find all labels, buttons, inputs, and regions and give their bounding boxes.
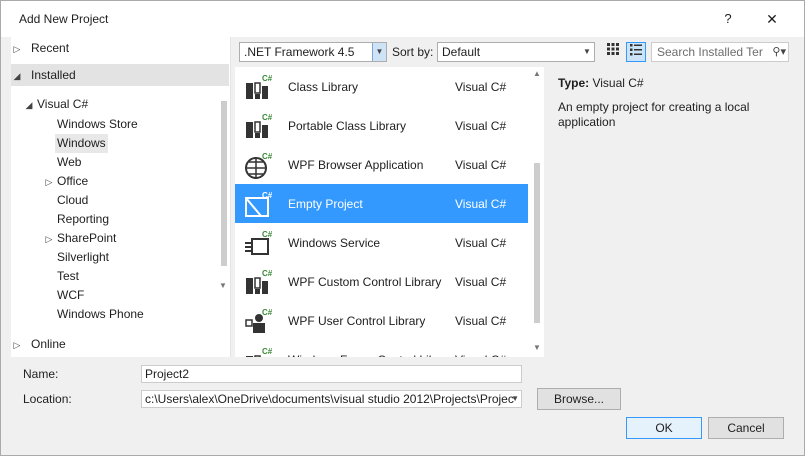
search-icon[interactable]: ⚲▾ <box>772 43 786 61</box>
svg-text:C#: C# <box>262 230 273 239</box>
wpf-custom-control-icon: C# <box>243 268 273 296</box>
tree-node-office[interactable]: ▷ Office <box>43 172 89 192</box>
chevron-down-icon[interactable]: ▼ <box>372 43 386 61</box>
template-language: Visual C# <box>455 119 507 133</box>
template-name: Windows Service <box>288 236 381 250</box>
collapse-arrow-icon[interactable]: ◢ <box>23 96 35 115</box>
dialog-title: Add New Project <box>19 12 109 26</box>
expand-arrow-icon[interactable]: ▷ <box>43 230 55 249</box>
help-button[interactable]: ? <box>715 7 741 31</box>
scroll-up-icon[interactable]: ▲ <box>533 69 541 78</box>
template-list: C# Class Library Visual C# C# Portable Class… <box>235 67 530 357</box>
template-language: Visual C# <box>455 353 506 357</box>
svg-text:C#: C# <box>262 191 273 200</box>
template-type: Type: Visual C# <box>558 76 644 90</box>
template-info-panel: Type: Visual C# An empty project for cre… <box>551 67 796 357</box>
tree-node-visual-csharp[interactable]: ◢ Visual C# <box>23 95 89 115</box>
svg-text:C#: C# <box>262 113 273 122</box>
template-description: An empty project for creating a local ap… <box>558 100 750 129</box>
expand-arrow-icon[interactable]: ▷ <box>11 38 23 60</box>
template-language: Visual C# <box>455 314 507 328</box>
title-bar: Add New Project ? ✕ <box>1 1 804 37</box>
template-name: Portable Class Library <box>288 119 407 133</box>
tree-scroll-thumb[interactable] <box>221 101 227 266</box>
empty-project-icon: C# <box>243 190 273 218</box>
template-row-wpf-user-control-library[interactable]: C# WPF User Control Library Visual C# <box>235 301 528 340</box>
template-name: Windows Forms Control Library <box>288 353 456 357</box>
template-name: WPF Custom Control Library <box>288 275 442 289</box>
tree-node-test[interactable]: Test <box>57 267 79 286</box>
ok-button[interactable]: OK <box>626 417 702 439</box>
tree-node-windows-store[interactable]: Windows Store <box>57 115 138 134</box>
browse-button[interactable]: Browse... <box>537 388 621 410</box>
location-combo[interactable]: c:\Users\alex\OneDrive\documents\visual … <box>141 390 522 408</box>
template-row-windows-service[interactable]: C# Windows Service Visual C# <box>235 223 528 262</box>
sort-by-select[interactable]: Default ▼ <box>437 42 595 62</box>
portable-class-library-icon: C# <box>243 112 273 140</box>
windows-forms-control-icon: C# <box>243 346 273 357</box>
close-button[interactable]: ✕ <box>759 7 785 31</box>
wpf-browser-icon: C# <box>243 151 273 179</box>
svg-text:C#: C# <box>262 347 273 356</box>
search-installed-templates-input[interactable]: Search Installed Ter ⚲▾ <box>651 42 789 62</box>
tree-node-sharepoint[interactable]: ▷ SharePoint <box>43 229 117 249</box>
template-row-class-library[interactable]: C# Class Library Visual C# <box>235 67 528 106</box>
tree-node-web[interactable]: Web <box>57 153 81 172</box>
sort-by-label: Sort by: <box>392 45 434 59</box>
chevron-down-icon[interactable]: ▼ <box>511 391 519 407</box>
class-library-icon: C# <box>243 73 273 101</box>
tree-node-wcf[interactable]: WCF <box>57 286 84 305</box>
template-row-portable-class-library[interactable]: C# Portable Class Library Visual C# <box>235 106 528 145</box>
template-language: Visual C# <box>455 236 507 250</box>
windows-service-icon: C# <box>243 229 273 257</box>
template-row-windows-forms-control-library[interactable]: C# Windows Forms Control LibraryVisual C# <box>235 340 528 357</box>
framework-select[interactable]: .NET Framework 4.5 ▼ <box>239 42 387 62</box>
tree-node-online[interactable]: ▷ Online <box>11 333 229 355</box>
template-list-scroll-thumb[interactable] <box>534 163 540 323</box>
template-language: Visual C# <box>455 80 507 94</box>
cancel-button[interactable]: Cancel <box>708 417 784 439</box>
template-name: WPF Browser Application <box>288 158 424 172</box>
svg-text:C#: C# <box>262 269 273 278</box>
template-list-scrollbar[interactable]: ▲ ▼ <box>530 67 544 357</box>
collapse-arrow-icon[interactable]: ◢ <box>11 65 23 87</box>
svg-text:C#: C# <box>262 152 273 161</box>
template-name: Class Library <box>288 80 359 94</box>
tree-node-installed[interactable]: ◢ Installed <box>11 64 229 86</box>
template-tree: ▷ Recent ◢ Installed ◢ Visual C# Windows St… <box>11 37 231 357</box>
expand-arrow-icon[interactable]: ▷ <box>11 334 23 356</box>
template-row-wpf-browser-application[interactable]: C# WPF Browser Application Visual C# <box>235 145 528 184</box>
name-label: Name: <box>23 367 59 381</box>
location-label: Location: <box>23 392 72 406</box>
tree-node-reporting[interactable]: Reporting <box>57 210 109 229</box>
scroll-down-icon[interactable]: ▼ <box>533 343 541 352</box>
project-name-input[interactable]: Project2 <box>141 365 522 383</box>
expand-arrow-icon[interactable]: ▷ <box>43 173 55 192</box>
small-icons-view-icon[interactable] <box>603 42 623 62</box>
tree-scrollbar[interactable]: ▼ <box>219 95 229 295</box>
tree-node-windows-phone[interactable]: Windows Phone <box>57 305 144 324</box>
wpf-user-control-icon: C# <box>243 307 273 335</box>
tree-node-cloud[interactable]: Cloud <box>57 191 88 210</box>
svg-text:C#: C# <box>262 74 273 83</box>
tree-node-silverlight[interactable]: Silverlight <box>57 248 109 267</box>
tree-node-windows[interactable]: Windows <box>55 134 108 153</box>
template-language: Visual C# <box>455 197 507 211</box>
template-name: Empty Project <box>288 197 363 211</box>
template-language: Visual C# <box>455 158 507 172</box>
tree-node-recent[interactable]: ▷ Recent <box>11 37 229 59</box>
template-row-wpf-custom-control-library[interactable]: C# WPF Custom Control Library Visual C# <box>235 262 528 301</box>
chevron-down-icon[interactable]: ▼ <box>580 43 594 61</box>
template-toolbar: .NET Framework 4.5 ▼ Sort by: Default ▼ … <box>237 40 797 64</box>
add-new-project-dialog: Add New Project ? ✕ ▷ Recent ◢ Installed ◢… <box>0 0 805 456</box>
svg-text:C#: C# <box>262 308 273 317</box>
scroll-down-icon[interactable]: ▼ <box>219 281 227 290</box>
template-name: WPF User Control Library <box>288 314 426 328</box>
template-language: Visual C# <box>455 275 507 289</box>
template-row-empty-project[interactable]: C# Empty Project Visual C# <box>235 184 528 223</box>
list-view-icon[interactable] <box>626 42 646 62</box>
